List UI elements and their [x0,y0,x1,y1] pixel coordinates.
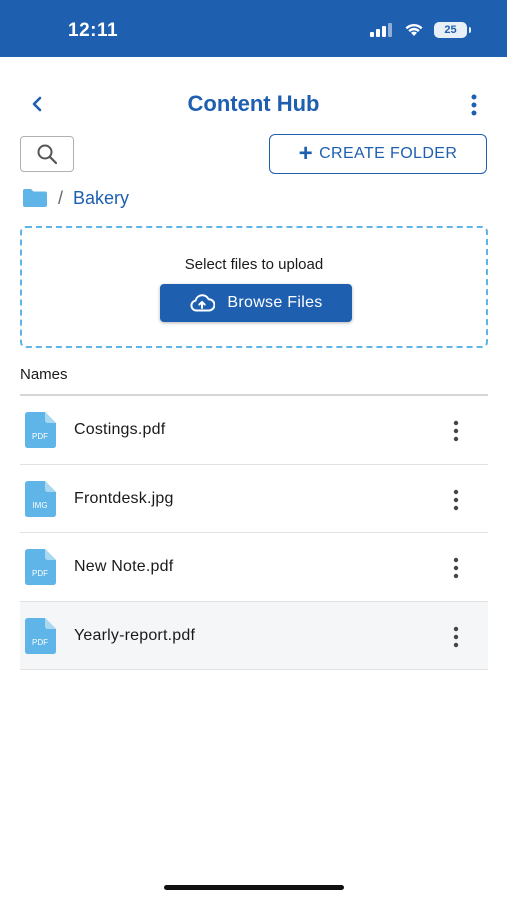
cloud-upload-icon [190,294,216,312]
file-name: New Note.pdf [74,558,174,575]
plus-icon: + [298,140,314,167]
pdf-file-icon: PDF [25,412,56,448]
more-vertical-icon[interactable] [452,557,460,579]
file-row[interactable]: IMG Frontdesk.jpg [20,465,488,533]
pdf-file-icon: PDF [25,617,56,654]
breadcrumb: / Bakery [22,186,129,210]
status-icons: 25 [370,22,471,38]
wifi-icon [405,23,423,36]
status-bar: 12:11 25 [0,0,507,57]
more-vertical-icon[interactable] [469,92,479,118]
breadcrumb-current[interactable]: Bakery [73,188,129,209]
search-icon [37,144,58,165]
browse-files-button[interactable]: Browse Files [160,284,352,322]
file-name: Yearly-report.pdf [74,626,196,644]
file-list: PDF Costings.pdf IMG Frontdesk.jpg PDF N… [20,396,488,670]
search-button[interactable] [20,136,74,172]
file-name: Frontdesk.jpg [74,489,174,507]
signal-icon [370,23,392,37]
image-file-icon: IMG [25,480,56,517]
file-type-label: PDF [32,569,48,578]
folder-icon[interactable] [22,188,48,208]
file-row[interactable]: PDF New Note.pdf [20,533,488,602]
more-vertical-icon[interactable] [452,489,460,511]
file-name: Costings.pdf [74,421,166,438]
list-column-header: Names [20,366,68,383]
upload-prompt: Select files to upload [184,256,324,273]
pdf-file-icon: PDF [25,549,56,585]
file-type-label: PDF [32,432,48,441]
home-indicator[interactable] [164,885,344,890]
file-type-label: IMG [32,501,47,510]
status-time: 12:11 [68,20,119,41]
file-row[interactable]: PDF Yearly-report.pdf [20,601,488,670]
upload-dropzone[interactable]: Select files to upload Browse Files [20,226,488,348]
create-folder-button[interactable]: + CREATE FOLDER [269,134,487,174]
file-type-label: PDF [32,638,48,647]
battery-icon: 25 [434,22,471,38]
app-header: Content Hub [0,80,507,130]
browse-files-label: Browse Files [227,294,323,311]
file-row[interactable]: PDF Costings.pdf [20,396,488,465]
more-vertical-icon[interactable] [452,420,460,442]
battery-level: 25 [444,24,457,36]
create-folder-label: CREATE FOLDER [319,145,458,162]
page-title: Content Hub [187,91,320,116]
breadcrumb-separator: / [58,187,64,208]
more-vertical-icon[interactable] [452,626,460,648]
